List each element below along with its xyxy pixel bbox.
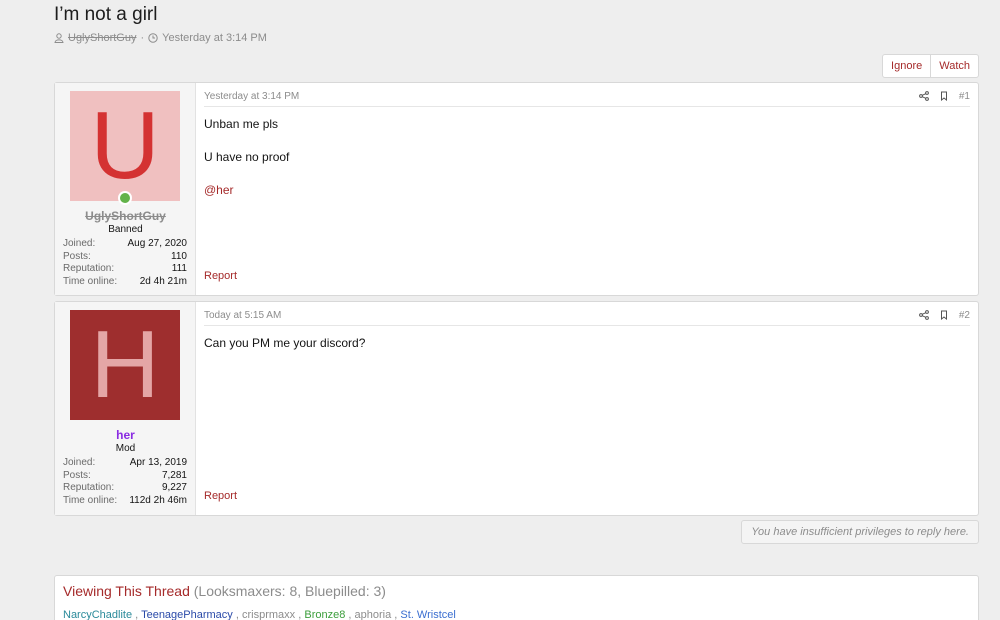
stat-label: Posts: [63, 250, 91, 262]
stat-label: Reputation: [63, 482, 115, 493]
viewer-separator: , [135, 609, 139, 620]
stat-label: Joined: [63, 457, 96, 468]
stat-label: Joined: [63, 238, 96, 249]
viewer-separator: , [235, 609, 239, 620]
stat-label: Posts: [63, 469, 91, 481]
username-link[interactable]: UglyShortGuy [55, 209, 196, 223]
viewing-thread-block: Viewing This Thread (Looksmaxers: 8, Blu… [54, 575, 979, 620]
share-icon[interactable] [918, 91, 929, 101]
user-icon [54, 33, 64, 43]
user-stats: Joined: Aug 27, 2020 Posts: 110 Reputation… [63, 238, 187, 288]
post-header: Today at 5:15 AM #2 [204, 310, 970, 326]
viewer-link[interactable]: Bronze8 [304, 609, 345, 620]
post-user-cell: U UglyShortGuy Banned Joined: Aug 27, 202… [55, 83, 196, 295]
post-body: Can you PM me your discord? [204, 335, 365, 368]
meta-separator: · [140, 32, 145, 44]
mention-link[interactable]: @her [204, 182, 289, 198]
stat-value: 111 [171, 263, 187, 274]
watch-button[interactable]: Watch [930, 55, 978, 77]
avatar[interactable]: H [70, 310, 180, 420]
viewer-link[interactable]: crisprmaxx [242, 609, 295, 620]
viewer-separator: , [298, 609, 302, 620]
post-number-link[interactable]: #2 [959, 310, 970, 321]
thread-meta: UglyShortGuy · Yesterday at 3:14 PM [54, 32, 267, 44]
viewing-title: Viewing This Thread (Looksmaxers: 8, Blu… [63, 583, 386, 599]
bookmark-icon[interactable] [939, 310, 949, 320]
post: U UglyShortGuy Banned Joined: Aug 27, 202… [54, 82, 979, 296]
stat-value: 7,281 [161, 469, 187, 481]
reply-privilege-notice: You have insufficient privileges to repl… [741, 520, 979, 544]
thread-author-link[interactable]: UglyShortGuy [68, 32, 136, 44]
avatar[interactable]: U [70, 91, 180, 201]
viewer-separator: , [348, 609, 352, 620]
clock-icon [148, 33, 158, 43]
stat-label: Time online: [63, 494, 118, 506]
ignore-button[interactable]: Ignore [883, 55, 930, 77]
thread-date[interactable]: Yesterday at 3:14 PM [162, 32, 267, 44]
thread-title: I’m not a girl [54, 4, 158, 25]
stat-label: Reputation: [63, 263, 115, 274]
viewer-link[interactable]: St. Wristcel [400, 609, 455, 620]
post-message-cell: Yesterday at 3:14 PM #1 Unban me pls U h… [196, 83, 978, 295]
viewer-separator: , [394, 609, 398, 620]
user-stats: Joined: Apr 13, 2019 Posts: 7,281 Reputati… [63, 457, 187, 507]
viewer-list: NarcyChadlite , TeenagePharmacy , crispr… [63, 609, 456, 620]
online-status-icon [118, 191, 132, 205]
post-text-line: U have no proof [204, 150, 290, 164]
stat-value: 112d 2h 46m [129, 494, 187, 506]
post-user-cell: H her Mod Joined: Apr 13, 2019 Posts: 7,28… [55, 302, 196, 515]
viewer-link[interactable]: TeenagePharmacy [141, 609, 233, 620]
post-text-line: Can you PM me your discord? [204, 336, 366, 350]
report-link[interactable]: Report [204, 490, 237, 502]
viewer-counts: (Looksmaxers: 8, Bluepilled: 3) [193, 583, 386, 599]
viewer-link[interactable]: aphoria [355, 609, 392, 620]
user-title: Banned [108, 224, 143, 235]
post-number-link[interactable]: #1 [959, 91, 970, 102]
bookmark-icon[interactable] [939, 91, 949, 101]
viewer-link[interactable]: NarcyChadlite [63, 609, 132, 620]
post-header: Yesterday at 3:14 PM #1 [204, 91, 970, 107]
stat-label: Time online: [63, 275, 118, 287]
viewing-heading: Viewing This Thread [63, 583, 190, 599]
stat-value: Aug 27, 2020 [127, 238, 188, 249]
stat-value: 2d 4h 21m [139, 275, 187, 287]
stat-value: 9,227 [161, 482, 187, 493]
post: H her Mod Joined: Apr 13, 2019 Posts: 7,28… [54, 301, 979, 516]
stat-value: 110 [171, 250, 187, 262]
post-text-line: Unban me pls [204, 117, 279, 131]
report-link[interactable]: Report [204, 270, 237, 282]
share-icon[interactable] [918, 310, 929, 320]
username-link[interactable]: her [55, 428, 196, 442]
post-date-link[interactable]: Yesterday at 3:14 PM [204, 91, 299, 106]
post-body: Unban me pls U have no proof @her [204, 116, 289, 215]
user-title: Mod [115, 443, 136, 454]
post-date-link[interactable]: Today at 5:15 AM [204, 310, 281, 325]
thread-actions: Ignore Watch [882, 54, 979, 78]
post-message-cell: Today at 5:15 AM #2 Can you PM me your d… [196, 302, 978, 515]
stat-value: Apr 13, 2019 [129, 457, 187, 468]
